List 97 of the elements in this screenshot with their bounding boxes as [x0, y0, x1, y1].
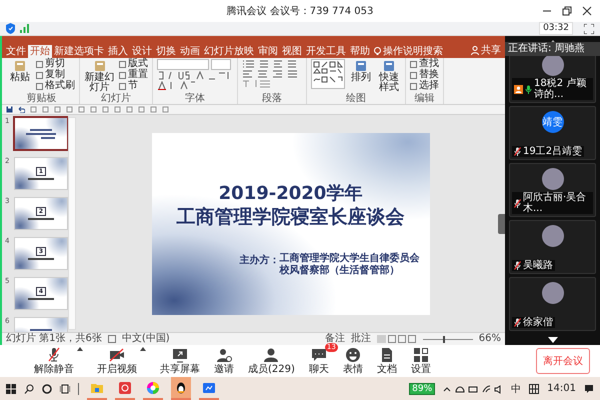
toolbar-button[interactable]: 共享屏幕 — [160, 347, 200, 376]
restore-icon[interactable] — [562, 6, 572, 16]
participant-name: 吴曦路 — [523, 260, 553, 272]
avatar-placeholder — [542, 225, 564, 248]
settings-icon — [412, 347, 429, 364]
ribbon-tab[interactable]: 审阅 — [256, 45, 280, 58]
share-button[interactable]: 共享 — [469, 44, 503, 58]
ribbon-tab[interactable]: 开发工具 — [304, 45, 348, 58]
ribbon-button[interactable]: 格式刷 — [36, 81, 75, 92]
organizer-name: 校风督察部（生活督管部） — [280, 264, 400, 277]
tray-icons[interactable] — [443, 384, 504, 394]
comments-button[interactable]: 批注 — [350, 333, 371, 346]
slide-title: 2019-2020学年 — [218, 182, 362, 205]
save-icon[interactable] — [6, 106, 13, 114]
notes-button[interactable]: 备注 — [324, 333, 345, 346]
circle-icon[interactable] — [42, 384, 52, 394]
ribbon-button[interactable]: 粘贴 — [8, 59, 32, 84]
search-icon[interactable] — [24, 384, 34, 394]
keyboard-grid-icon[interactable] — [529, 384, 540, 394]
slide-thumbnail[interactable] — [14, 117, 68, 150]
ribbon-group-label: 剪贴板 — [26, 93, 58, 104]
ribbon-button[interactable]: 替换 — [410, 70, 439, 80]
participant-name: 徐家偕 — [523, 317, 553, 328]
toolbar-button[interactable]: 开启视频 — [97, 347, 137, 376]
slide-count: 幻灯片 第1张，共6张 — [6, 333, 102, 346]
clock: 14:01 — [547, 383, 576, 394]
ribbon-tab[interactable]: 视图 — [280, 45, 304, 58]
avatar: 靖雯 — [542, 111, 564, 134]
person-icon — [263, 347, 280, 364]
ribbon-group-label: 绘图 — [345, 93, 367, 104]
search-tab[interactable]: 操作说明搜索 — [372, 45, 445, 58]
collapse-panel-button[interactable] — [498, 214, 505, 234]
fullscreen-icon[interactable] — [584, 24, 594, 34]
ribbon-tab[interactable]: 动画 — [178, 45, 202, 58]
input-method-indicator[interactable]: 中 — [511, 382, 522, 396]
notification-icon[interactable] — [584, 384, 594, 394]
toolbar-button[interactable]: 邀请 — [214, 347, 234, 376]
toolbar-button[interactable]: 成员(229) — [248, 347, 295, 376]
language-label: 中文(中国) — [122, 333, 170, 346]
windows-icon[interactable] — [6, 384, 16, 394]
avatar-placeholder — [542, 54, 564, 76]
avatar-placeholder — [542, 282, 564, 304]
ribbon-button[interactable]: 选择 — [410, 81, 439, 92]
ribbon-tab[interactable]: 文件 — [4, 45, 28, 58]
window-title: 腾讯会议 会议号：739 774 053 — [226, 4, 374, 18]
undo-icon[interactable] — [17, 106, 25, 114]
organizer-label: 主办方： — [240, 253, 280, 266]
font-color-icons[interactable] — [157, 81, 197, 90]
ribbon-tab[interactable]: 切换 — [154, 45, 178, 58]
meeting-timer: 03:32 — [539, 22, 573, 36]
ribbon-tab[interactable]: 开始 — [28, 45, 52, 58]
zoom-level: 66% — [478, 333, 501, 346]
toolbar-button[interactable]: 设置 — [410, 347, 431, 376]
battery-level: 89% — [409, 382, 436, 394]
ribbon-button[interactable]: 重置 — [119, 70, 148, 80]
color-wheel-icon — [146, 380, 160, 394]
ribbon-tab[interactable]: 插入 — [106, 45, 130, 58]
person-icon — [471, 46, 479, 56]
app-icon — [118, 380, 132, 394]
avatar-placeholder — [542, 168, 564, 190]
ribbon-button[interactable]: 新建幻灯片 — [84, 59, 115, 94]
ribbon-group-label: 编辑 — [414, 93, 436, 104]
app-icon — [202, 380, 216, 394]
ribbon-tab[interactable]: 幻灯片放映 — [202, 45, 256, 58]
task-view-icon[interactable] — [60, 384, 70, 394]
ribbon-button[interactable]: 剪切 — [36, 59, 75, 70]
ribbon-group-label: 字体 — [184, 93, 206, 104]
ribbon-button[interactable]: 节 — [119, 81, 148, 92]
toolbar-button[interactable]: 表情 — [342, 347, 363, 376]
mic-muted-icon — [46, 347, 62, 364]
ribbon-group-label: 幻灯片 — [100, 93, 132, 104]
ribbon-button[interactable]: 快速样式 — [377, 59, 401, 94]
leave-meeting-button[interactable]: 离开会议 — [536, 348, 590, 374]
ribbon-group-label: 段落 — [261, 93, 283, 104]
speaking-tooltip: 正在讲话: 周驰燕 — [505, 42, 600, 56]
participant-name: 18税2 卢颖诗的... — [534, 78, 588, 100]
taskbar-app[interactable] — [171, 377, 191, 400]
close-icon[interactable] — [582, 6, 592, 16]
participant-name: 19工2吕靖雯 — [523, 146, 582, 158]
penguin-icon — [174, 380, 188, 394]
participant-name: 阿欣古丽·吴合木... — [523, 192, 588, 214]
ribbon-button[interactable]: 复制 — [36, 70, 75, 80]
lightbulb-icon — [374, 47, 381, 56]
ribbon-tab[interactable]: 帮助 — [348, 45, 372, 58]
toolbar-button[interactable]: 文档 — [376, 347, 397, 376]
view-mode-icons[interactable] — [376, 335, 417, 344]
scrollbar[interactable] — [68, 117, 76, 330]
video-off-icon — [109, 347, 125, 364]
organizer-name: 工商管理学院大学生自律委员会 — [280, 252, 420, 264]
ribbon-tab[interactable]: 新建选项卡 — [52, 45, 106, 58]
ribbon-tab[interactable]: 设计 — [130, 45, 154, 58]
ribbon-button[interactable]: 排列 — [349, 59, 373, 84]
ribbon-button[interactable]: 查找 — [410, 59, 439, 70]
signal-icon — [20, 24, 29, 34]
slide-subtitle: 工商管理学院寝室长座谈会 — [176, 204, 404, 229]
toolbar-button[interactable]: 解除静音 — [34, 347, 74, 376]
ribbon-button[interactable]: 版式 — [119, 59, 148, 70]
